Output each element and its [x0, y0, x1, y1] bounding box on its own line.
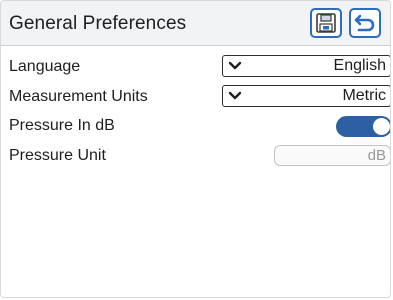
pressure-unit-row: Pressure Unit dB — [1, 144, 390, 168]
pressure-unit-label: Pressure Unit — [9, 147, 106, 164]
back-arrow-icon — [354, 14, 375, 32]
back-button[interactable] — [349, 8, 381, 38]
language-value: English — [333, 57, 386, 74]
preferences-screen: General Preferences Language English Mea… — [0, 0, 391, 298]
pressure-unit-field: dB — [274, 145, 390, 166]
measurement-units-select[interactable]: Metric — [222, 85, 390, 107]
chevron-down-icon — [228, 91, 242, 100]
measurement-units-value: Metric — [342, 87, 386, 104]
page-title: General Preferences — [9, 13, 187, 34]
measurement-units-label: Measurement Units — [9, 88, 148, 105]
chevron-down-icon — [228, 61, 242, 70]
save-icon — [316, 13, 336, 33]
pressure-unit-value: dB — [367, 147, 386, 164]
toggle-knob — [373, 118, 390, 135]
pressure-in-db-row: Pressure In dB — [1, 114, 390, 138]
language-select[interactable]: English — [222, 55, 390, 77]
language-row: Language English — [1, 55, 390, 79]
pressure-in-db-toggle[interactable] — [336, 116, 390, 137]
language-label: Language — [9, 58, 81, 75]
save-button[interactable] — [310, 8, 342, 38]
header-bar: General Preferences — [1, 1, 390, 46]
measurement-units-row: Measurement Units Metric — [1, 85, 390, 109]
pressure-in-db-label: Pressure In dB — [9, 117, 115, 134]
